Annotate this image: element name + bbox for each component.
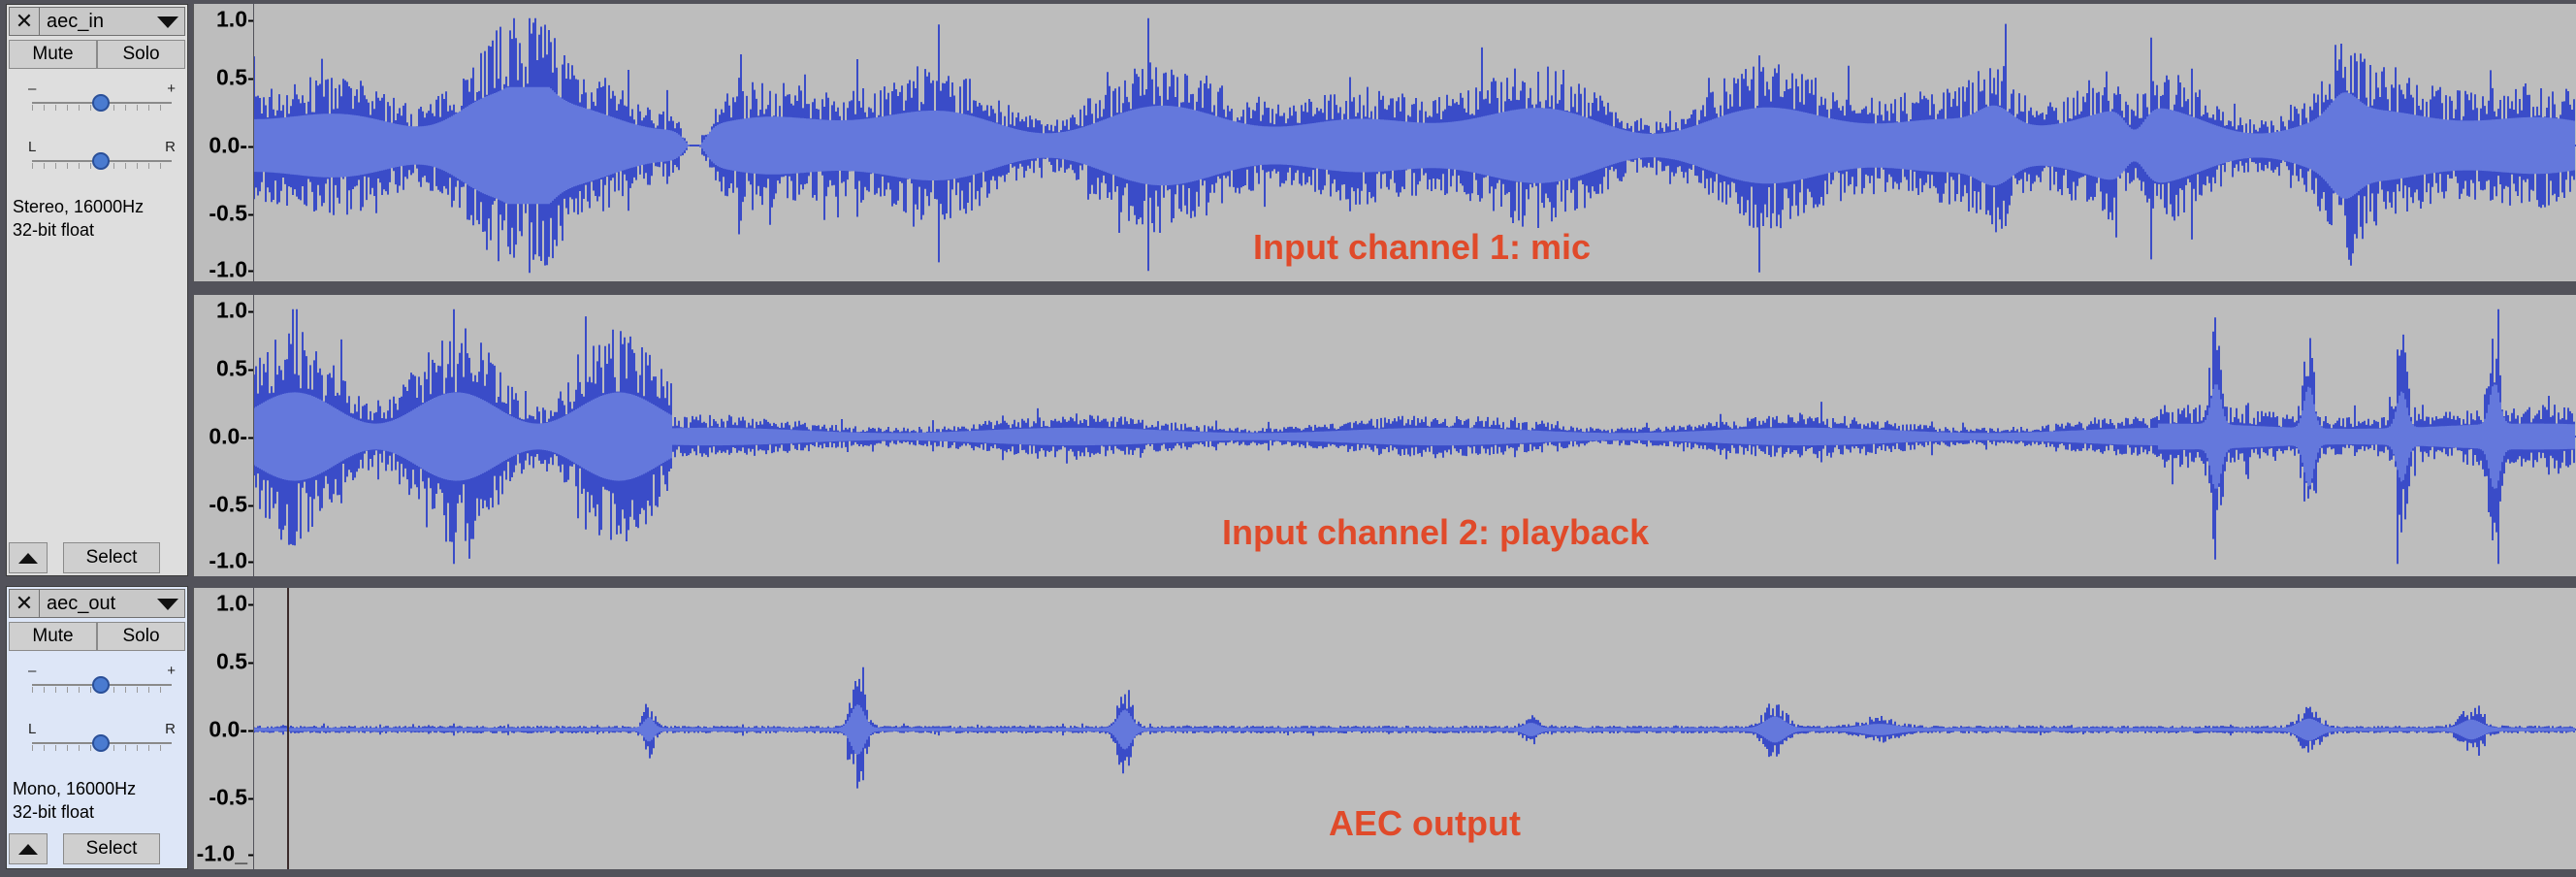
pan-right-label: R bbox=[165, 139, 176, 155]
waveform-rms bbox=[254, 704, 2575, 755]
track-format: Stereo, 16000Hz bbox=[13, 197, 145, 216]
ruler-tick: 0.5 bbox=[216, 64, 253, 90]
track-bit-depth: 32-bit float bbox=[13, 802, 95, 822]
track-bit-depth: 32-bit float bbox=[13, 220, 95, 240]
track-format: Mono, 16000Hz bbox=[13, 779, 137, 798]
collapse-icon[interactable] bbox=[9, 833, 48, 864]
waveform-rms bbox=[254, 384, 2575, 489]
ruler-tick: -1.0_ bbox=[196, 840, 254, 866]
waveform-peak bbox=[254, 666, 2575, 789]
channel-label: AEC output bbox=[1329, 803, 1521, 843]
gain-minus-label: – bbox=[28, 663, 37, 679]
track-menu-icon[interactable] bbox=[157, 16, 178, 28]
solo-button[interactable]: Solo bbox=[97, 622, 185, 651]
track-aec-out: ✕ aec_out Mute Solo – + L R Mono, 16000H… bbox=[0, 586, 2576, 871]
gain-slider[interactable]: – + bbox=[26, 663, 177, 701]
pan-knob[interactable] bbox=[92, 152, 110, 170]
pan-slider[interactable]: L R bbox=[26, 721, 177, 760]
track-info: Mono, 16000Hz 32-bit float bbox=[13, 777, 136, 824]
gain-knob[interactable] bbox=[92, 94, 110, 112]
mute-solo-row: Mute Solo bbox=[9, 40, 185, 69]
track-menu-icon[interactable] bbox=[157, 599, 178, 610]
ruler-tick: -1.0 bbox=[209, 256, 253, 282]
track-header: ✕ aec_out bbox=[9, 589, 185, 618]
mute-button[interactable]: Mute bbox=[9, 40, 97, 69]
ruler-tick: 1.0 bbox=[216, 297, 253, 323]
ruler-tick: 0.5 bbox=[216, 648, 253, 674]
vertical-ruler-out: 1.0 0.5 0.0- -0.5 -1.0_ bbox=[193, 588, 254, 869]
track-name[interactable]: aec_out bbox=[47, 593, 115, 615]
ruler-tick: 1.0 bbox=[216, 6, 253, 32]
track-control-panel: ✕ aec_in Mute Solo – + L R Stereo, 16000… bbox=[6, 4, 188, 576]
channel-label: Input channel 1: mic bbox=[1253, 227, 1592, 267]
channel-label: Input channel 2: playback bbox=[1222, 512, 1650, 552]
close-icon[interactable]: ✕ bbox=[10, 590, 40, 617]
ruler-tick: -0.5 bbox=[209, 491, 253, 517]
close-icon[interactable]: ✕ bbox=[10, 8, 40, 35]
pan-right-label: R bbox=[165, 721, 176, 737]
mute-button[interactable]: Mute bbox=[9, 622, 97, 651]
track-name[interactable]: aec_in bbox=[47, 11, 104, 33]
vertical-ruler-ch1: 1.0 0.5 0.0- -0.5 -1.0 bbox=[193, 4, 253, 282]
track-info: Stereo, 16000Hz 32-bit float bbox=[13, 195, 144, 242]
vertical-ruler-ch2: 1.0 0.5 0.0- -0.5 -1.0 bbox=[193, 295, 253, 576]
mute-solo-row: Mute Solo bbox=[9, 622, 185, 651]
pan-knob[interactable] bbox=[92, 734, 110, 752]
ruler-tick: 0.0- bbox=[209, 132, 253, 158]
waveform-ch1[interactable]: Input channel 1: mic bbox=[254, 4, 2576, 281]
playback-cursor[interactable] bbox=[287, 588, 289, 869]
gain-minus-label: – bbox=[28, 81, 37, 97]
ruler-tick: -1.0 bbox=[209, 547, 253, 573]
solo-button[interactable]: Solo bbox=[97, 40, 185, 69]
ruler-tick: 0.5 bbox=[216, 355, 253, 381]
track-bottom-bar: Select bbox=[9, 542, 185, 575]
select-button[interactable]: Select bbox=[63, 833, 160, 864]
gain-slider[interactable]: – + bbox=[26, 81, 177, 119]
track-control-panel: ✕ aec_out Mute Solo – + L R Mono, 16000H… bbox=[6, 586, 188, 869]
ruler-tick: -0.5 bbox=[209, 200, 253, 226]
gain-knob[interactable] bbox=[92, 676, 110, 694]
ruler-tick: 0.0- bbox=[209, 716, 253, 742]
ruler-tick: 1.0 bbox=[216, 590, 253, 616]
waveform-ch2[interactable]: Input channel 2: playback bbox=[254, 295, 2576, 576]
track-header: ✕ aec_in bbox=[9, 7, 185, 36]
gain-plus-label: + bbox=[167, 81, 176, 97]
collapse-icon[interactable] bbox=[9, 542, 48, 573]
track-aec-in: ✕ aec_in Mute Solo – + L R Stereo, 16000… bbox=[0, 0, 2576, 578]
waveform-out[interactable]: AEC output bbox=[254, 588, 2576, 869]
gain-plus-label: + bbox=[167, 663, 176, 679]
select-button[interactable]: Select bbox=[63, 542, 160, 573]
track-bottom-bar: Select bbox=[9, 833, 185, 866]
ruler-tick: -0.5 bbox=[209, 784, 253, 810]
pan-left-label: L bbox=[28, 139, 37, 155]
pan-slider[interactable]: L R bbox=[26, 139, 177, 178]
ruler-tick: 0.0- bbox=[209, 423, 253, 449]
pan-left-label: L bbox=[28, 721, 37, 737]
